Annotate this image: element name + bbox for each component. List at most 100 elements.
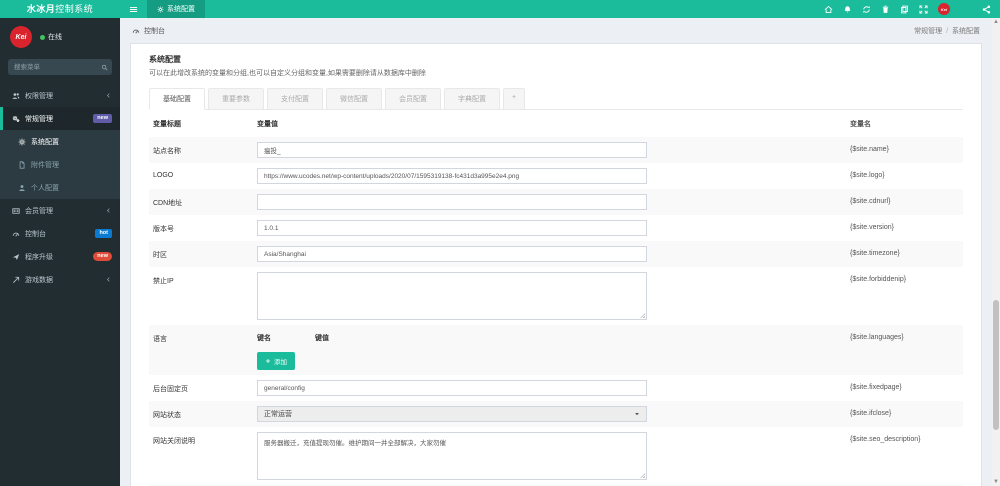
variable-name: {$site.ifclose}	[850, 410, 892, 417]
online-status: 在线	[40, 32, 62, 42]
table-row-cdnurl: CDN地址 {$site.cdnurl}	[149, 189, 963, 215]
sidebar-item-gamedata[interactable]: 游戏数据	[0, 268, 120, 291]
app-title-rest: 控制系统	[55, 4, 94, 14]
variable-name: {$site.cdnurl}	[850, 198, 891, 205]
sidebar-menu: 权限管理 常规管理 new 系统配置 附件管理 个人配置 会员管理 控制台 ho…	[0, 84, 120, 291]
field-label: LOGO	[153, 172, 174, 179]
hot-badge: hot	[95, 229, 112, 238]
dashboard-icon	[132, 27, 140, 35]
scroll-down-arrow[interactable]: ▼	[992, 478, 1000, 486]
table-row-name: 站点名称 {$site.name}	[149, 137, 963, 163]
chevron-left-icon	[105, 92, 112, 99]
scrollbar-thumb[interactable]	[993, 300, 999, 430]
sidebar-item-general[interactable]: 常规管理 new	[0, 107, 120, 130]
bell-icon[interactable]	[843, 5, 852, 14]
breadcrumb-current: 系统配置	[952, 28, 980, 35]
input-name[interactable]	[257, 142, 647, 158]
kv-headers: 键名 键值	[257, 330, 647, 343]
table-row-timezone: 时区 {$site.timezone}	[149, 241, 963, 267]
kv-value-header: 键值	[315, 335, 329, 342]
main-content: 控制台 常规管理 / 系统配置 系统配置 可以在此增改系统的变量和分组,也可以自…	[120, 18, 992, 486]
chevron-left-icon	[105, 207, 112, 214]
sidebar-item-personal[interactable]: 个人配置	[0, 176, 120, 199]
tab-0[interactable]: 基础配置	[149, 88, 205, 110]
input-version[interactable]	[257, 220, 647, 236]
field-label: 语言	[153, 336, 167, 343]
sidebar-item-attachment[interactable]: 附件管理	[0, 153, 120, 176]
search-input[interactable]	[8, 59, 96, 75]
share-icon[interactable]	[982, 5, 991, 14]
search-button[interactable]	[96, 59, 112, 75]
search-icon	[101, 64, 108, 71]
tab-5[interactable]: 字典配置	[444, 88, 500, 109]
user-avatar[interactable]: Kei	[938, 3, 950, 15]
sidebar-item-auth[interactable]: 权限管理	[0, 84, 120, 107]
menu-toggle-icon[interactable]	[129, 5, 138, 14]
topbar-main: 系统配置 Kei	[120, 0, 1000, 18]
table-row-seo_description: 网站关闭说明 {$site.seo_description}	[149, 427, 963, 485]
tab-add[interactable]: +	[503, 88, 526, 109]
add-language-button[interactable]: 添加	[257, 352, 295, 370]
cogs-icon	[12, 115, 20, 123]
input-fixedpage[interactable]	[257, 380, 647, 396]
home-icon[interactable]	[824, 5, 833, 14]
input-timezone[interactable]	[257, 246, 647, 262]
search-box	[8, 59, 112, 75]
top-tab-label: 系统配置	[167, 6, 195, 13]
chevron-left-icon	[105, 276, 112, 283]
variable-name: {$site.fixedpage}	[850, 384, 902, 391]
send-icon	[12, 253, 20, 261]
dashboard-icon	[12, 230, 20, 238]
input-cdnurl[interactable]	[257, 194, 647, 210]
expand-icon[interactable]	[919, 4, 928, 14]
tab-4[interactable]: 会员配置	[385, 88, 441, 109]
table-row-logo: LOGO {$site.logo}	[149, 163, 963, 189]
tab-3[interactable]: 微信配置	[326, 88, 382, 109]
sidebar-item-console[interactable]: 控制台 hot	[0, 222, 120, 245]
trash-icon[interactable]	[881, 5, 890, 14]
submenu-general: 系统配置 附件管理 个人配置	[0, 130, 120, 199]
sidebar-item-system-config[interactable]: 系统配置	[0, 130, 120, 153]
sidebar-item-label: 个人配置	[31, 184, 59, 192]
header-variable-value: 变量值	[257, 121, 278, 128]
tab-1[interactable]: 重要参数	[208, 88, 264, 109]
sidebar-item-upgrade[interactable]: 程序升级 new	[0, 245, 120, 268]
sidebar-item-label: 常规管理	[25, 115, 53, 123]
tab-system-config[interactable]: 系统配置	[147, 0, 205, 18]
kv-key-header: 键名	[257, 335, 271, 342]
tab-2[interactable]: 支付配置	[267, 88, 323, 109]
breadcrumb-separator: /	[946, 28, 949, 35]
sidebar-item-label: 程序升级	[25, 253, 53, 261]
app-title: 水冰月控制系统	[0, 0, 120, 18]
new-badge: new	[93, 252, 112, 261]
sidebar-item-members[interactable]: 会员管理	[0, 199, 120, 222]
sidebar-item-label: 系统配置	[31, 138, 59, 146]
table-row-ifclose: 网站状态 正常运营 {$site.ifclose}	[149, 401, 963, 427]
sidebar-item-label: 游戏数据	[25, 276, 53, 284]
textarea-forbiddenip[interactable]	[257, 272, 647, 320]
sidebar-item-label: 会员管理	[25, 207, 53, 215]
topbar-icons: Kei	[819, 0, 996, 18]
input-logo[interactable]	[257, 168, 647, 184]
field-label: 后台固定页	[153, 386, 188, 393]
refresh-icon[interactable]	[862, 5, 871, 14]
variable-name: {$site.forbiddenip}	[850, 276, 907, 283]
scroll-up-arrow[interactable]: ▲	[992, 18, 1000, 26]
sidebar-item-label: 附件管理	[31, 161, 59, 169]
select-value: 正常运营	[264, 411, 292, 418]
textarea-seo_description[interactable]	[257, 432, 647, 480]
select-ifclose[interactable]: 正常运营	[257, 406, 647, 422]
game-icon	[12, 276, 20, 284]
caret-down-icon	[634, 411, 640, 417]
online-dot	[40, 34, 45, 40]
header-variable-title: 变量标题	[153, 121, 181, 128]
breadcrumb: 控制台 常规管理 / 系统配置	[120, 18, 992, 43]
page-scrollbar[interactable]: ▲ ▼	[992, 18, 1000, 486]
variable-name: {$site.seo_description}	[850, 436, 921, 443]
users-icon	[12, 92, 20, 100]
copy-icon[interactable]	[900, 5, 909, 14]
config-tabs: 基础配置 重要参数 支付配置 微信配置 会员配置 字典配置 +	[149, 88, 963, 110]
breadcrumb-home[interactable]: 控制台	[132, 26, 165, 36]
variable-name: {$site.languages}	[850, 334, 904, 341]
breadcrumb-parent[interactable]: 常规管理	[914, 28, 942, 35]
